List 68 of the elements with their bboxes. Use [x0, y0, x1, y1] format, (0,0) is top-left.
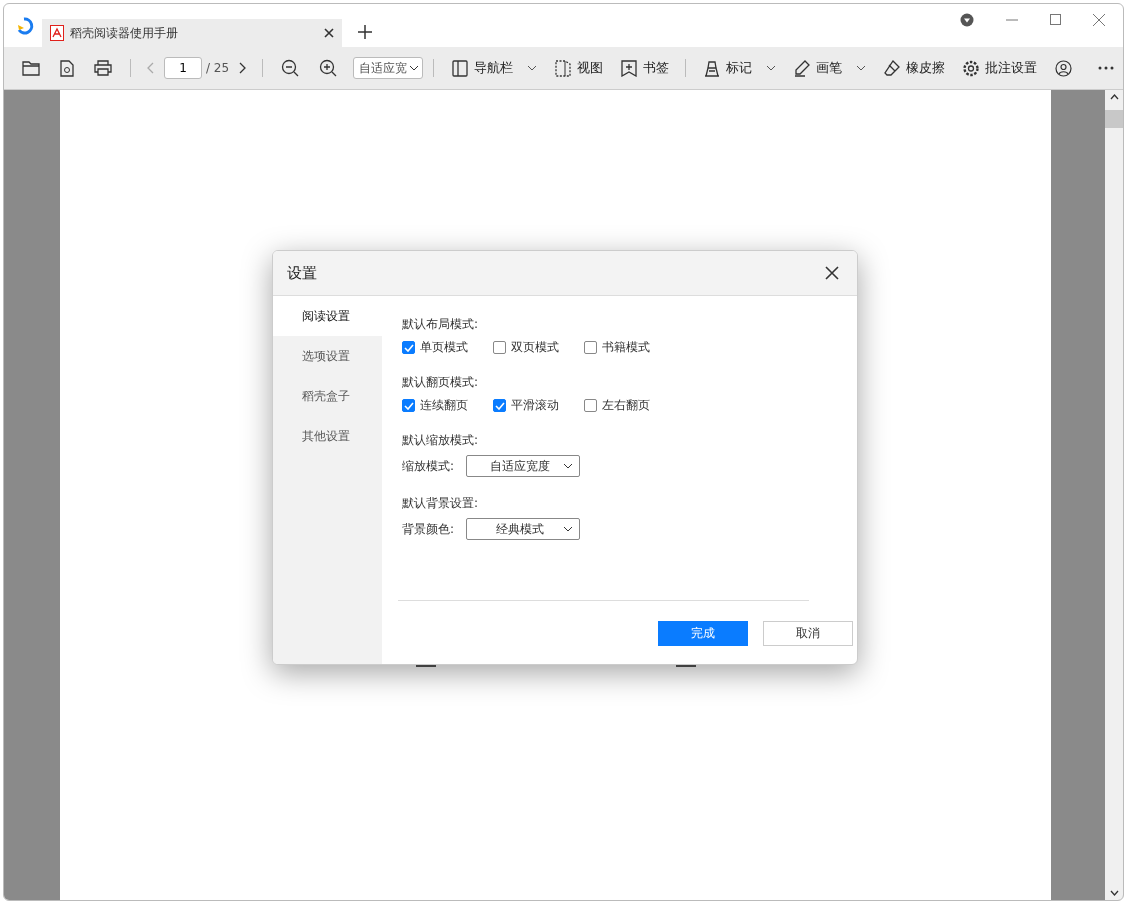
field-label: 缩放模式: — [402, 457, 456, 475]
toolbar-label[interactable]: 橡皮擦 — [906, 59, 946, 77]
checkmark-icon — [494, 401, 505, 410]
chevron-down-icon — [409, 65, 420, 71]
toolbar-label[interactable]: 导航栏 — [474, 59, 514, 77]
tab-title: 稻壳阅读器使用手册 — [70, 24, 179, 42]
close-icon[interactable] — [324, 28, 334, 38]
scroll-thumb[interactable] — [1105, 110, 1123, 128]
zoom-in-icon[interactable] — [319, 59, 338, 77]
pdf-file-icon — [50, 25, 64, 41]
sidebar-item[interactable]: 阅读设置 — [273, 296, 382, 336]
caret-icon[interactable] — [527, 65, 538, 71]
chevron-down-icon — [563, 526, 573, 532]
section-heading: 默认缩放模式: — [402, 432, 480, 449]
section-heading: 默认布局模式: — [402, 316, 480, 333]
checkbox-option[interactable]: 双页模式 — [493, 339, 562, 356]
maximize-icon[interactable] — [1050, 14, 1061, 25]
chevron-down-icon — [563, 463, 573, 469]
caret-icon[interactable] — [766, 65, 777, 71]
highlighter-icon[interactable] — [704, 59, 721, 77]
toolbar-label[interactable]: 标记 — [726, 59, 753, 77]
page-count: / 25 — [206, 61, 230, 75]
document-tab[interactable]: 稻壳阅读器使用手册 — [42, 19, 342, 47]
checkbox-option[interactable]: 左右翻页 — [584, 397, 653, 414]
toolbar-label[interactable]: 批注设置 — [985, 59, 1038, 77]
dropdown-field[interactable]: 经典模式 — [466, 518, 580, 540]
checkbox-option[interactable]: 平滑滚动 — [493, 397, 562, 414]
new-tab-icon[interactable] — [358, 25, 372, 39]
checkbox-option[interactable]: 单页模式 — [402, 339, 471, 356]
app-logo-icon — [16, 17, 36, 35]
checkmark-icon — [403, 343, 414, 352]
checkbox-option[interactable]: 连续翻页 — [402, 397, 471, 414]
sidebar-item[interactable]: 稻壳盒子 — [273, 376, 382, 416]
pen-icon[interactable] — [794, 59, 811, 77]
dropdown-circle-icon[interactable] — [960, 12, 974, 27]
printer-icon[interactable] — [94, 60, 112, 76]
toolbar-label[interactable]: 视图 — [577, 59, 604, 77]
gear-icon[interactable] — [963, 59, 980, 77]
bookmark-icon[interactable] — [621, 59, 638, 77]
dialog-title: 设置 — [287, 263, 317, 283]
section-heading: 默认翻页模式: — [402, 374, 480, 391]
scroll-up-icon[interactable] — [1109, 94, 1119, 100]
scrollbar[interactable] — [1105, 90, 1123, 900]
zoom-dropdown[interactable]: 自适应宽 — [353, 57, 424, 79]
eraser-icon[interactable] — [884, 59, 901, 77]
cancel-button[interactable]: 取消 — [763, 621, 853, 646]
sidebar-panel-icon[interactable] — [452, 59, 469, 77]
caret-icon[interactable] — [856, 65, 867, 71]
next-page-icon[interactable] — [239, 62, 247, 74]
document-icon[interactable] — [60, 59, 74, 77]
checkbox-option[interactable]: 书籍模式 — [584, 339, 653, 356]
user-account-icon[interactable] — [1055, 59, 1073, 77]
field-label: 背景颜色: — [402, 520, 456, 538]
zoom-out-icon[interactable] — [281, 59, 300, 77]
close-icon[interactable] — [825, 266, 839, 280]
toolbar-label[interactable]: 书签 — [643, 59, 670, 77]
toolbar-label[interactable]: 画笔 — [816, 59, 843, 77]
scroll-down-icon[interactable] — [1109, 890, 1119, 896]
more-options-icon[interactable] — [1098, 66, 1115, 70]
page-number-field[interactable]: 1 — [164, 57, 202, 79]
confirm-button[interactable]: 完成 — [658, 621, 748, 646]
page-view-icon[interactable] — [555, 59, 572, 77]
sidebar-item[interactable]: 其他设置 — [273, 416, 382, 456]
sidebar-item[interactable]: 选项设置 — [273, 336, 382, 376]
section-heading: 默认背景设置: — [402, 495, 480, 512]
dropdown-field[interactable]: 自适应宽度 — [466, 455, 580, 477]
checkmark-icon — [403, 401, 414, 410]
folder-icon[interactable] — [22, 60, 40, 76]
